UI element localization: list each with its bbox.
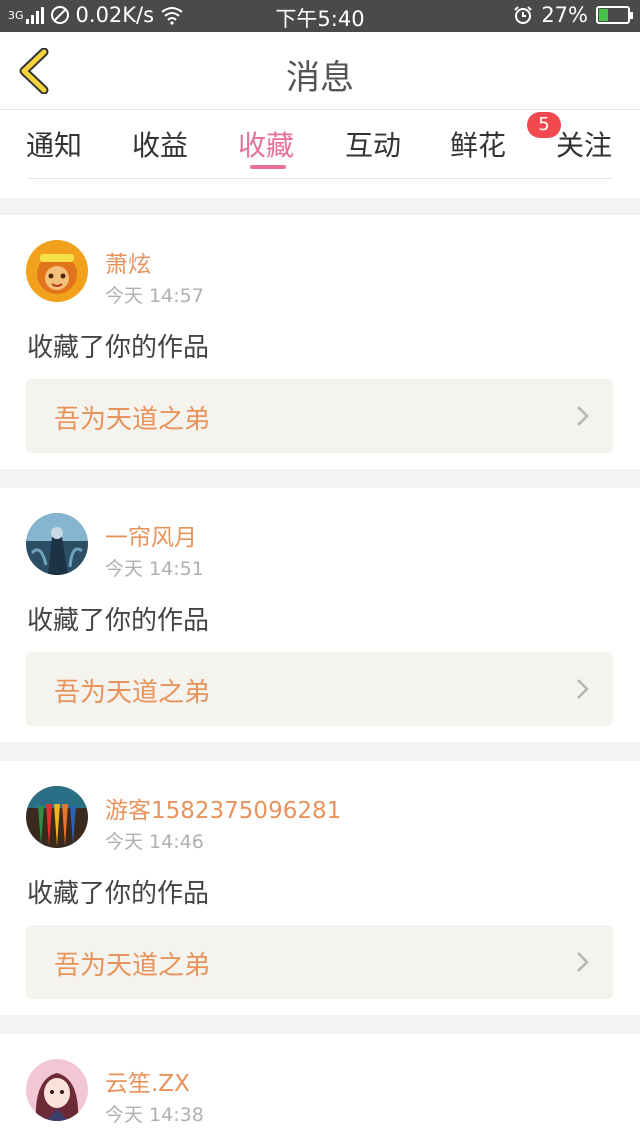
message-card: 一帘风月 今天 14:51 收藏了你的作品 吾为天道之弟	[0, 488, 640, 742]
work-title: 吾为天道之弟	[54, 678, 211, 708]
timestamp: 今天 14:38	[105, 1104, 204, 1126]
tab-flowers[interactable]: 鲜花	[450, 124, 506, 164]
avatar[interactable]	[26, 786, 88, 848]
chevron-right-icon	[577, 952, 589, 972]
tab-interaction[interactable]: 互动	[345, 124, 401, 164]
action-text: 收藏了你的作品	[27, 606, 210, 636]
action-text: 收藏了你的作品	[27, 333, 210, 363]
work-link[interactable]: 吾为天道之弟	[26, 925, 613, 999]
avatar[interactable]	[26, 513, 88, 575]
username[interactable]: 云笙.ZX	[105, 1064, 190, 1098]
status-right: 27%	[513, 3, 633, 27]
message-card: 云笙.ZX 今天 14:38	[0, 1034, 640, 1138]
work-link[interactable]: 吾为天道之弟	[26, 379, 613, 453]
tab-follow[interactable]: 关注	[556, 124, 612, 164]
chevron-right-icon	[577, 406, 589, 426]
alarm-icon	[514, 6, 533, 24]
tab-favorites-label: 收藏	[238, 129, 295, 162]
message-card: 游客1582375096281 今天 14:46 收藏了你的作品 吾为天道之弟	[0, 761, 640, 1015]
timestamp: 今天 14:46	[105, 831, 204, 853]
work-title: 吾为天道之弟	[54, 951, 211, 981]
tab-divider	[28, 178, 612, 179]
active-tab-indicator	[250, 165, 286, 169]
avatar[interactable]	[26, 240, 88, 302]
avatar[interactable]	[26, 1059, 88, 1121]
timestamp: 今天 14:57	[105, 285, 204, 307]
page-title: 消息	[286, 58, 354, 98]
message-card: 萧炫 今天 14:57 收藏了你的作品 吾为天道之弟	[0, 215, 640, 469]
battery-percent: 27%	[541, 3, 588, 27]
username[interactable]: 一帘风月	[105, 518, 197, 552]
timestamp: 今天 14:51	[105, 558, 204, 580]
username[interactable]: 游客1582375096281	[105, 791, 341, 825]
work-link[interactable]: 吾为天道之弟	[26, 652, 613, 726]
tab-notify[interactable]: 通知	[26, 124, 82, 164]
tab-favorites[interactable]: 收藏 5	[238, 112, 561, 164]
header: 消息	[0, 32, 640, 110]
chevron-right-icon	[577, 679, 589, 699]
action-text: 收藏了你的作品	[27, 879, 210, 909]
status-bar: 3G 0.02K/s 下午5:40 27%	[0, 0, 640, 32]
username[interactable]: 萧炫	[105, 245, 151, 279]
tab-earnings[interactable]: 收益	[132, 124, 188, 164]
tab-bar: 通知 收益 收藏 5 互动 鲜花 关注	[0, 110, 640, 198]
work-title: 吾为天道之弟	[54, 405, 211, 435]
battery-icon	[596, 6, 633, 24]
